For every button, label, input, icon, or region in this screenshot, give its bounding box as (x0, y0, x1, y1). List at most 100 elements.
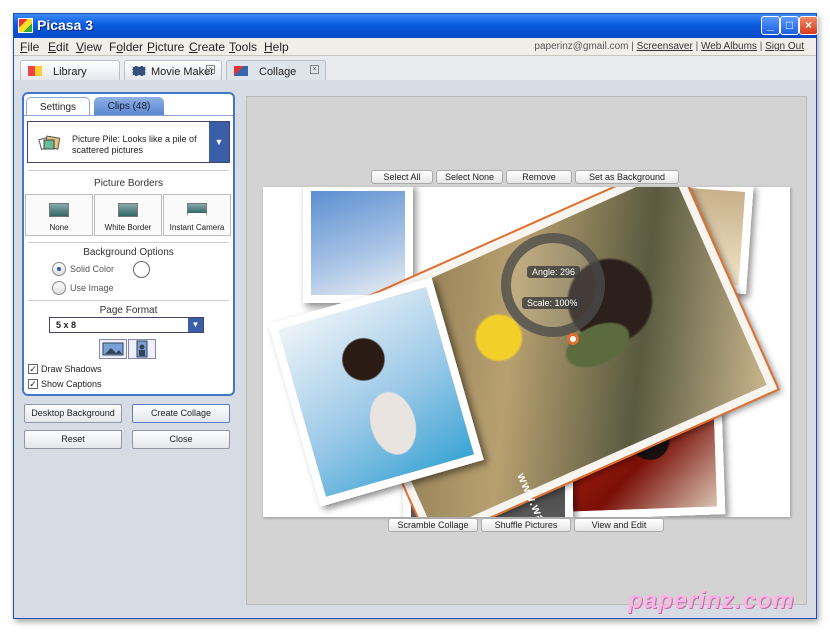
menu-folder[interactable]: Folder (109, 40, 143, 54)
tab-strip: Library Movie Maker × Collage × (14, 56, 816, 80)
menu-edit-rest: dit (56, 40, 69, 54)
scale-readout: Scale: 100% (522, 297, 583, 309)
minimize-button[interactable]: _ (761, 16, 780, 35)
tab-divider (24, 115, 233, 116)
divider (28, 300, 229, 301)
menu-bar: File Edit View Folder Picture Create Too… (14, 38, 816, 56)
separator: | (759, 41, 763, 52)
view-and-edit-button[interactable]: View and Edit (574, 518, 664, 532)
landscape-orientation-button[interactable] (99, 339, 127, 359)
window-title: Picasa 3 (37, 17, 94, 33)
separator: | (631, 41, 634, 52)
scramble-collage-button[interactable]: Scramble Collage (388, 518, 478, 532)
menu-picture[interactable]: Picture (147, 40, 184, 54)
tab-collage-label: Collage (259, 66, 297, 78)
landscape-icon (102, 342, 124, 356)
border-none-option[interactable]: None (25, 194, 93, 236)
collage-canvas[interactable]: www.warnermusic.com.tw Angle: 296 Scale:… (263, 187, 790, 517)
portrait-orientation-button[interactable] (128, 339, 156, 359)
title-bar[interactable]: Picasa 3 _ □ × (14, 14, 818, 38)
border-none-label: None (49, 223, 69, 232)
tab-library[interactable]: Library (20, 60, 120, 80)
instant-camera-icon (187, 203, 207, 217)
tab-collage[interactable]: Collage × (226, 60, 326, 80)
close-button[interactable]: Close (132, 430, 230, 449)
picture-pile-icon (38, 135, 61, 150)
angle-readout: Angle: 296 (527, 266, 581, 278)
portrait-icon (136, 340, 148, 358)
sign-out-link[interactable]: Sign Out (765, 41, 804, 52)
background-color-swatch[interactable] (133, 261, 150, 278)
create-collage-button[interactable]: Create Collage (132, 404, 230, 423)
menu-view[interactable]: View (76, 40, 102, 54)
show-captions-label: Show Captions (41, 379, 102, 389)
border-instant-camera-label: Instant Camera (169, 223, 225, 232)
background-options-title: Background Options (83, 247, 174, 258)
menu-file[interactable]: File (20, 40, 39, 54)
menu-tools-rest: ools (235, 40, 258, 54)
watermark-logo: paperinz.com (628, 587, 795, 614)
film-strip-icon (132, 66, 146, 76)
menu-edit[interactable]: Edit (48, 40, 69, 54)
remove-button[interactable]: Remove (506, 170, 572, 184)
chevron-down-icon[interactable]: ▼ (188, 318, 203, 332)
menu-picture-rest: icture (155, 40, 185, 54)
picasa-window: Picasa 3 _ □ × File Edit View Folder Pic… (13, 13, 818, 619)
rotation-handle-icon[interactable] (567, 333, 579, 345)
tab-movie-maker[interactable]: Movie Maker × (124, 60, 222, 80)
collage-preview-area: Select All Select None Remove Set as Bac… (246, 96, 807, 605)
page-format-select[interactable]: 5 x 8 ▼ (49, 317, 204, 333)
web-albums-link[interactable]: Web Albums (701, 41, 757, 52)
menu-help[interactable]: Help (264, 40, 289, 54)
collage-style-label: Picture Pile: Looks like a pile of scatt… (72, 134, 197, 155)
use-image-label: Use Image (70, 283, 114, 293)
menu-create[interactable]: Create (189, 40, 225, 54)
select-none-button[interactable]: Select None (436, 170, 503, 184)
reset-button[interactable]: Reset (24, 430, 122, 449)
set-as-background-button[interactable]: Set as Background (575, 170, 679, 184)
border-white-label: White Border (104, 223, 152, 232)
select-all-button[interactable]: Select All (371, 170, 433, 184)
menu-tools[interactable]: Tools (229, 40, 257, 54)
collage-settings-panel: Settings Clips (48) Picture Pile: Looks … (22, 92, 235, 396)
picasa-logo-icon (18, 18, 33, 33)
menu-picture-key: P (147, 40, 156, 54)
draw-shadows-checkbox[interactable]: ✓ (28, 364, 38, 374)
border-instant-camera-option[interactable]: Instant Camera (163, 194, 231, 236)
collage-style-dropdown[interactable]: Picture Pile: Looks like a pile of scatt… (27, 121, 230, 163)
close-tab-icon[interactable]: × (206, 65, 215, 74)
tab-settings[interactable]: Settings (26, 97, 90, 115)
collage-workspace: Settings Clips (48) Picture Pile: Looks … (14, 80, 816, 618)
close-tab-icon[interactable]: × (310, 65, 319, 74)
maximize-button[interactable]: □ (780, 16, 799, 35)
solid-color-label: Solid Color (70, 264, 115, 274)
show-captions-checkbox[interactable]: ✓ (28, 379, 38, 389)
separator: | (695, 41, 699, 52)
solid-color-radio[interactable] (52, 262, 66, 276)
page-format-title: Page Format (99, 305, 158, 316)
shuffle-pictures-button[interactable]: Shuffle Pictures (481, 518, 571, 532)
account-links: paperinz@gmail.com | Screensaver | Web A… (534, 41, 804, 52)
page-format-value: 5 x 8 (56, 320, 77, 330)
tab-clips[interactable]: Clips (48) (94, 97, 164, 115)
rotate-scale-dial[interactable]: Angle: 296 Scale: 100% (501, 233, 605, 345)
chevron-down-icon[interactable]: ▼ (209, 122, 229, 162)
menu-create-key: C (189, 40, 198, 54)
menu-help-rest: elp (272, 40, 289, 54)
border-white-option[interactable]: White Border (94, 194, 162, 236)
use-image-radio[interactable] (52, 281, 66, 295)
account-email: paperinz@gmail.com (534, 41, 629, 52)
menu-view-rest: iew (83, 40, 102, 54)
draw-shadows-label: Draw Shadows (41, 364, 102, 374)
menu-help-key: H (264, 40, 273, 54)
menu-edit-key: E (48, 40, 57, 54)
screensaver-link[interactable]: Screensaver (637, 41, 693, 52)
border-none-icon (49, 203, 69, 217)
border-white-icon (116, 201, 140, 219)
library-grid-icon (28, 66, 42, 76)
desktop-background-button[interactable]: Desktop Background (24, 404, 122, 423)
picture-borders-title: Picture Borders (94, 178, 163, 189)
menu-file-rest: ile (27, 40, 40, 54)
menu-folder-rest: lder (123, 40, 144, 54)
close-window-button[interactable]: × (799, 16, 818, 35)
